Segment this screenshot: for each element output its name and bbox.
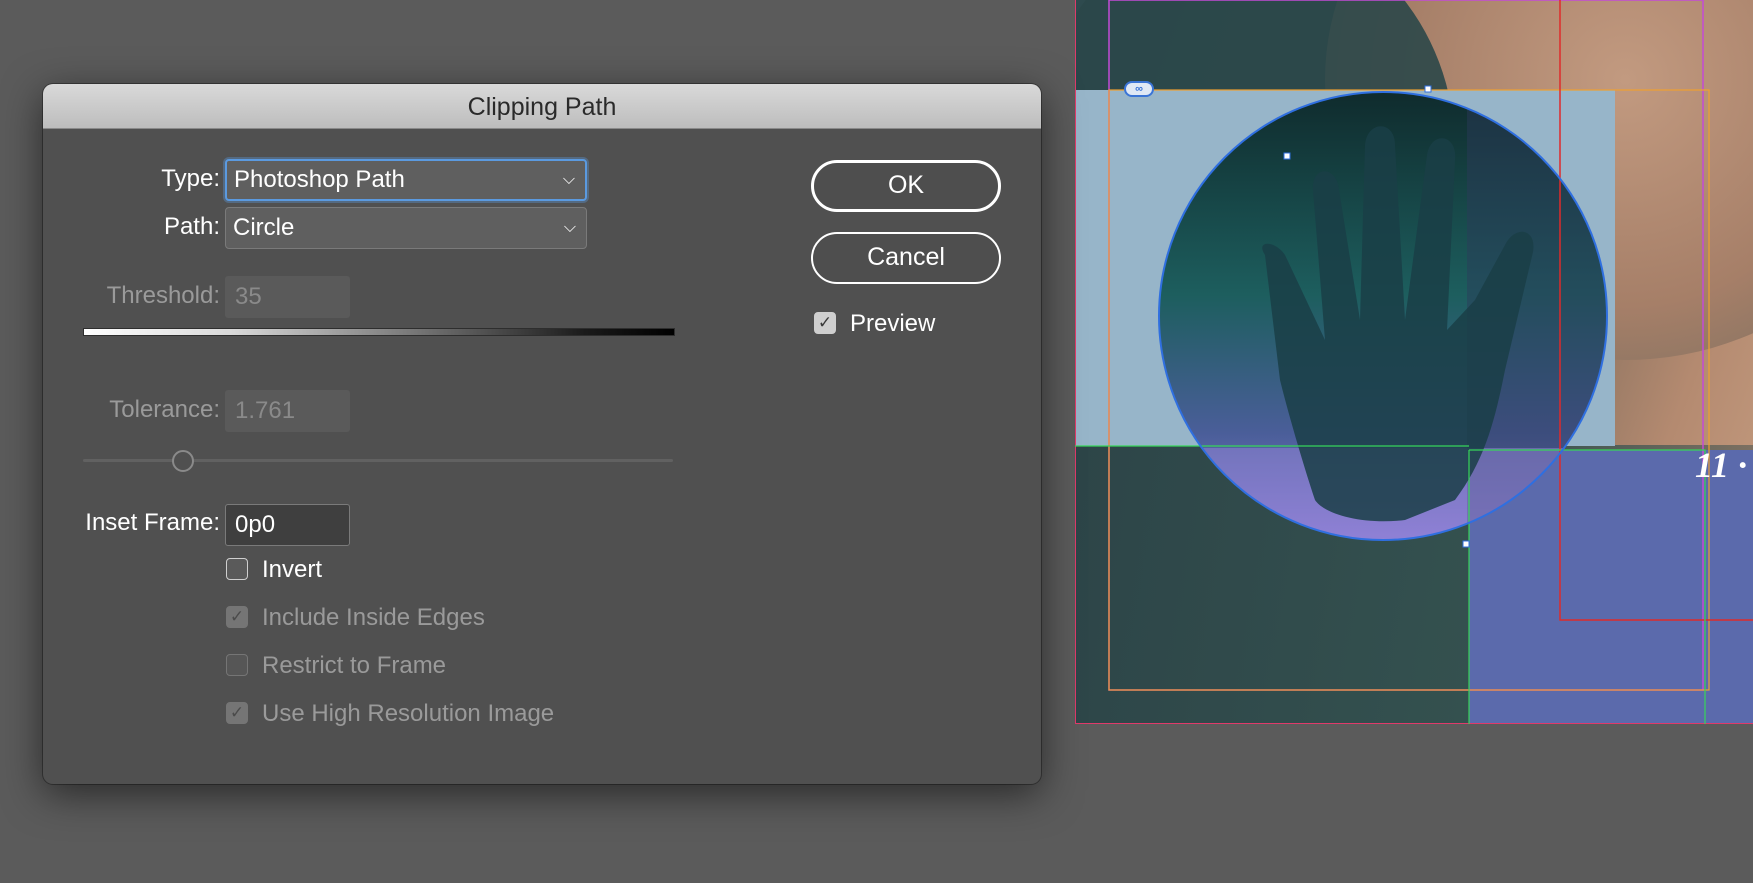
inset-frame-label: Inset Frame: [85, 509, 220, 536]
restrict-to-frame-checkbox[interactable] [226, 654, 248, 676]
path-anchor-point[interactable] [1283, 152, 1291, 160]
invert-label[interactable]: Invert [262, 556, 322, 584]
inset-frame-field[interactable]: 0p0 [225, 504, 350, 546]
dialog-title: Clipping Path [43, 84, 1041, 129]
chevron-down-icon: ⌵ [562, 171, 575, 188]
bleed-guide [1075, 0, 1076, 724]
use-high-resolution-image-label: Use High Resolution Image [262, 700, 555, 727]
threshold-gradient [83, 328, 675, 336]
path-anchor-point[interactable] [1462, 540, 1470, 548]
clipping-path-dialog: Clipping Path Type: Photoshop Path ⌵ Pat… [43, 84, 1041, 784]
invert-checkbox[interactable] [226, 558, 248, 580]
link-icon[interactable]: ∞ [1124, 81, 1154, 97]
threshold-label: Threshold: [106, 282, 220, 309]
canvas-overlay [1075, 0, 1753, 724]
tolerance-slider-knob[interactable] [172, 450, 195, 472]
include-inside-edges-checkbox[interactable]: ✓ [226, 606, 248, 628]
path-anchor-point[interactable] [1424, 85, 1432, 93]
path-label: Path: [163, 213, 220, 240]
use-high-resolution-image-checkbox[interactable]: ✓ [226, 702, 248, 724]
preview-checkbox[interactable]: ✓ [814, 312, 836, 334]
ok-button[interactable]: OK [811, 160, 1001, 212]
path-select[interactable]: Circle ⌵ [225, 207, 587, 249]
include-inside-edges-label: Include Inside Edges [262, 604, 485, 631]
cancel-button[interactable]: Cancel [811, 232, 1001, 284]
page-number-text: 11 · [1695, 445, 1748, 485]
type-select-value: Photoshop Path [234, 166, 405, 193]
tolerance-label: Tolerance: [109, 396, 220, 423]
threshold-field[interactable]: 35 [225, 276, 350, 318]
chevron-down-icon: ⌵ [563, 219, 576, 236]
type-select[interactable]: Photoshop Path ⌵ [225, 159, 587, 201]
restrict-to-frame-label: Restrict to Frame [262, 652, 447, 679]
document-canvas[interactable]: ∞ 11 · [1075, 0, 1753, 724]
path-select-value: Circle [233, 214, 295, 241]
tolerance-field[interactable]: 1.761 [225, 390, 350, 432]
preview-label[interactable]: Preview [850, 310, 935, 338]
type-label: Type: [161, 165, 220, 192]
